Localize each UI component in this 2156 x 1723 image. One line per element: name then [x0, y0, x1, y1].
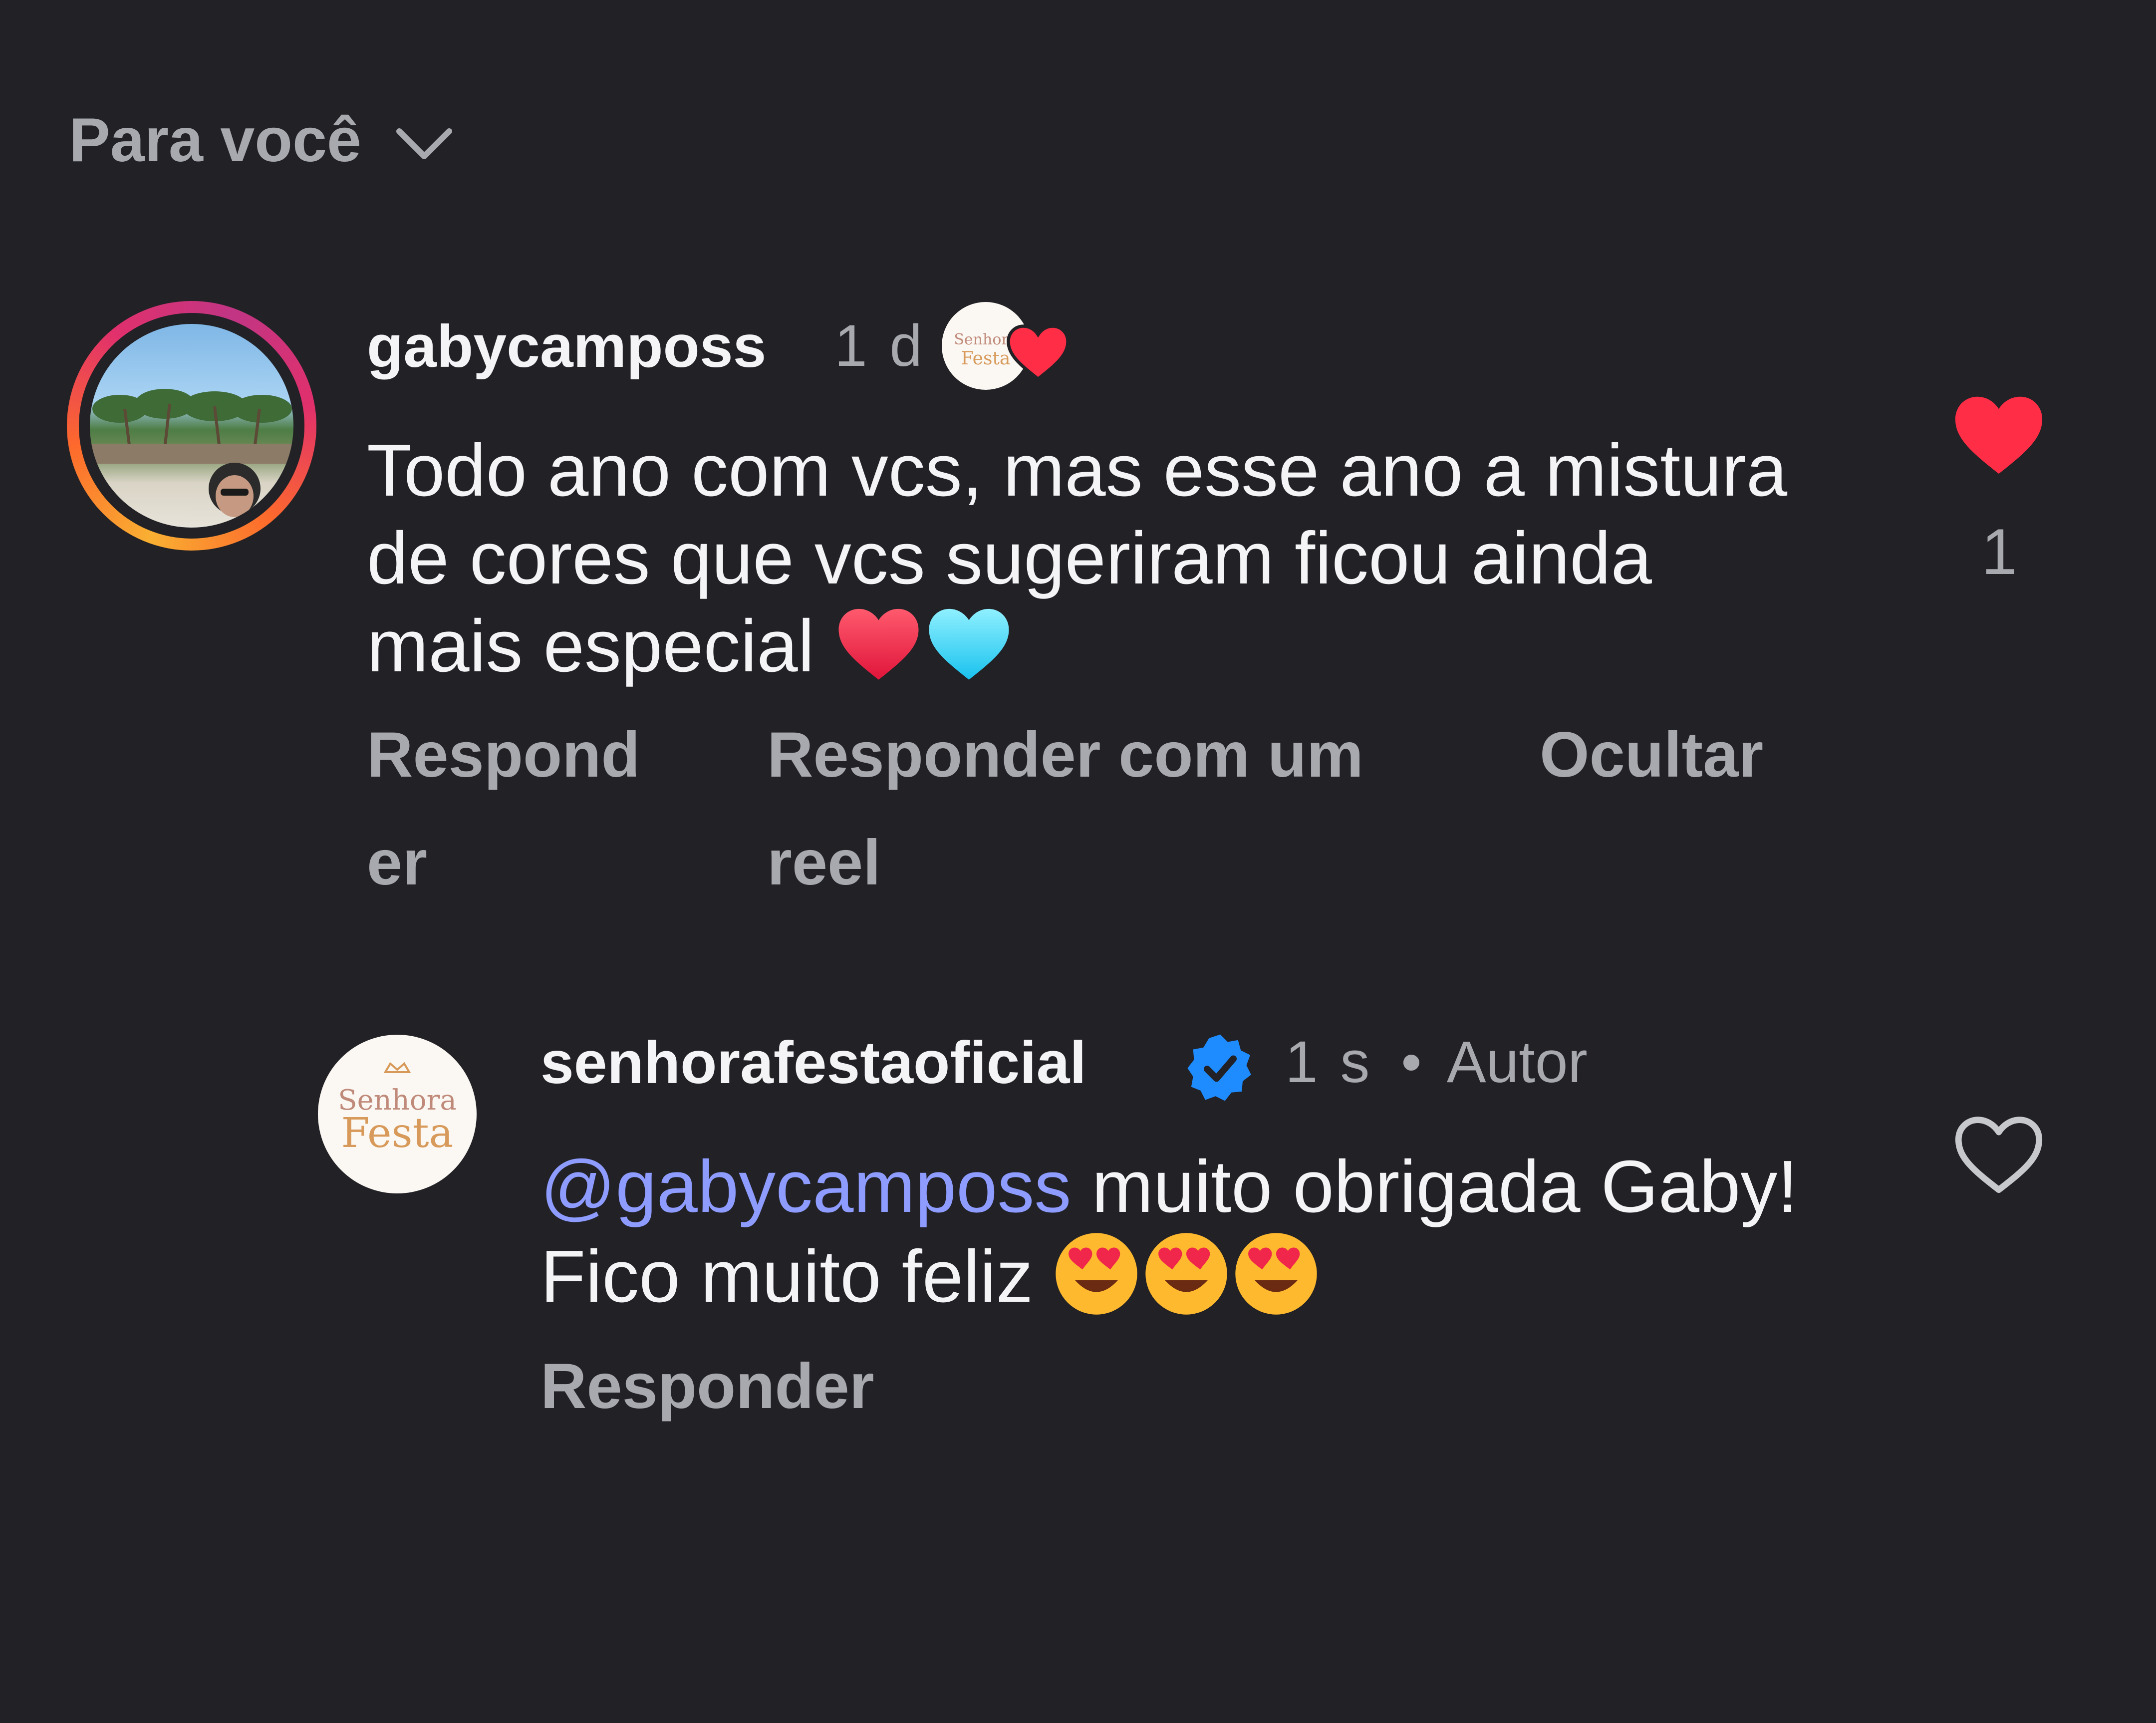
red-heart-icon	[838, 608, 919, 680]
comment-username[interactable]: senhorafestaoficial	[540, 1028, 1086, 1097]
reply-button[interactable]: Responder	[367, 701, 646, 917]
sort-dropdown-label[interactable]: Para você	[69, 105, 361, 176]
mention-link[interactable]: @gabycamposs	[540, 1146, 1071, 1228]
crown-logo-icon	[383, 1062, 411, 1073]
comment-text: @gabycamposs muito obrigada Gaby! Fico m…	[540, 1143, 1888, 1321]
reply-with-reel-button[interactable]: Responder com um reel	[767, 701, 1416, 917]
heart-eyes-emoji-icon	[1056, 1233, 1137, 1315]
comment-body: Todo ano com vcs, mas esse ano a mistura…	[367, 429, 1788, 687]
avatar[interactable]: Senhora Festa	[318, 1035, 477, 1193]
like-count[interactable]: 1	[1981, 514, 2017, 589]
comment-username[interactable]: gabycamposs	[367, 312, 766, 381]
comment-text: Todo ano com vcs, mas esse ano a mistura…	[367, 427, 1814, 690]
author-label: Autor	[1446, 1029, 1588, 1095]
meta-separator: •	[1401, 1029, 1422, 1095]
avatar-photo	[90, 324, 293, 528]
hide-button[interactable]: Ocultar	[1540, 701, 1769, 809]
light-blue-heart-icon	[929, 608, 1009, 680]
like-heart-outline-icon[interactable]	[1951, 1111, 2046, 1198]
comment-timestamp: 1 d	[834, 313, 926, 379]
like-heart-filled-icon[interactable]	[1951, 389, 2046, 479]
logo-line2: Festa	[961, 348, 1011, 369]
heart-eyes-emoji-icon	[1145, 1233, 1227, 1315]
author-liked-heart-icon	[1007, 324, 1070, 381]
comment-timestamp: 1 s	[1285, 1029, 1373, 1095]
avatar[interactable]	[67, 301, 316, 551]
heart-eyes-emoji-icon	[1235, 1233, 1317, 1315]
chevron-down-icon[interactable]	[392, 119, 457, 169]
reply-button[interactable]: Responder	[540, 1333, 874, 1440]
comment-meta: 1 s • Autor	[1285, 1028, 1588, 1096]
verified-badge-icon	[1187, 1034, 1251, 1101]
logo-line2: Festa	[341, 1110, 454, 1157]
